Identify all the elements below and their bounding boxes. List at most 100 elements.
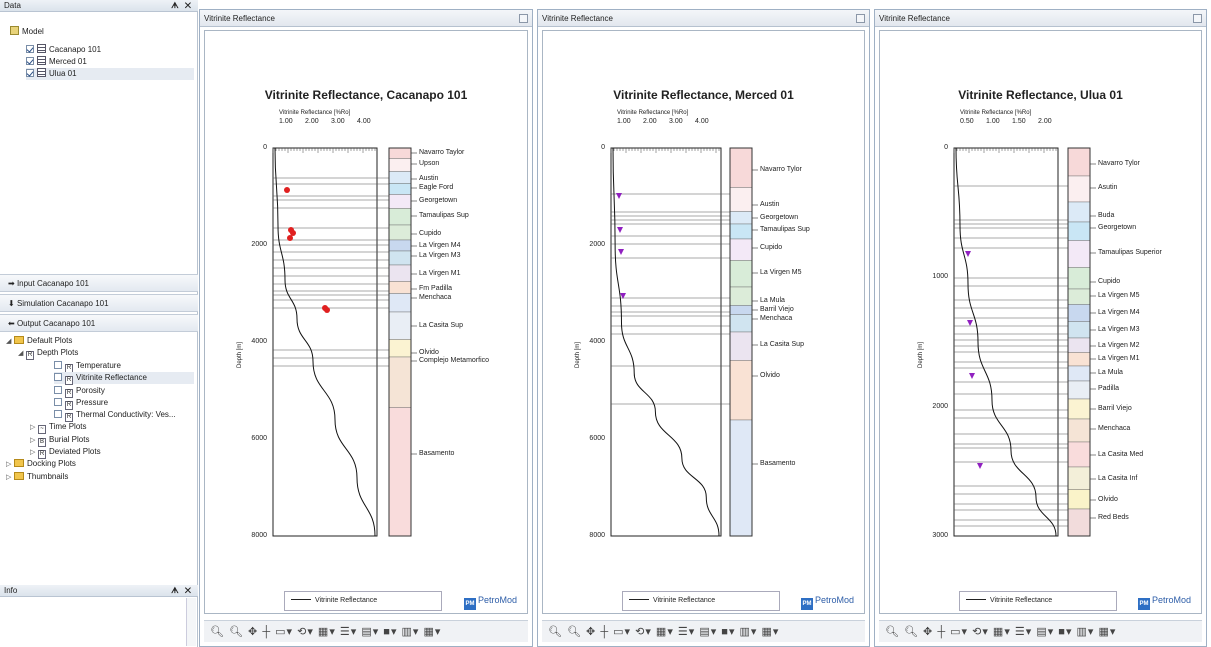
tree-docking-plots[interactable]: ▷ Docking Plots (6, 458, 76, 470)
well-icon (37, 68, 46, 77)
folder-icon (14, 459, 24, 467)
formation-fill (388, 311, 412, 340)
expand-icon: ◢ (6, 338, 12, 345)
plot-checkbox[interactable] (54, 386, 62, 394)
plot-checkbox[interactable] (54, 410, 62, 418)
depth-plot-svg (272, 147, 417, 537)
formation-fill (388, 339, 412, 358)
formation-label: La Virgen M4 (419, 242, 461, 249)
formation-fill (1067, 147, 1091, 177)
legend-label: Vitrinite Reflectance (990, 597, 1053, 604)
arrow-down-icon: ⬇ (8, 299, 17, 308)
plot-icon: R (26, 351, 34, 360)
plot-toolbar[interactable]: 🔍︎ 🔍︎ ✥ ┼ ▭▾ ⟲▾ ▦▾ ☰▾ ▤▾ ■▾ ▥▾ ▦▾ (204, 620, 528, 642)
formation-fill (729, 305, 753, 315)
legend-line-icon (966, 599, 986, 600)
formation-fill (1067, 175, 1091, 203)
formation-label: La Casita Inf (1098, 475, 1138, 482)
plot-toolbar[interactable]: 🔍︎ 🔍︎ ✥ ┼ ▭▾ ⟲▾ ▦▾ ☰▾ ▤▾ ■▾ ▥▾ ▦▾ (879, 620, 1202, 642)
formation-fill (729, 286, 753, 306)
formation-label: Tamaulipas Sup (419, 212, 469, 219)
chart-legend: Vitrinite Reflectance (959, 591, 1117, 611)
tree-depth-item[interactable]: R Thermal Conductivity: Ves... (54, 409, 176, 422)
time-plot-icon: ~ (38, 425, 46, 434)
well-item[interactable]: Cacanapo 101 (26, 44, 101, 56)
plot-checkbox[interactable] (54, 361, 62, 369)
tree-depth-item-selected[interactable]: R Vitrinite Reflectance (54, 372, 194, 385)
legend-line-icon (291, 599, 311, 600)
plot-checkbox[interactable] (54, 373, 62, 381)
simulation-section-bar[interactable]: ⬇ Simulation Cacanapo 101 (0, 294, 198, 312)
well-icon (37, 44, 46, 53)
model-label: Model (22, 27, 44, 36)
formation-label: Upson (419, 160, 440, 167)
formation-label: La Virgen M2 (1098, 342, 1140, 349)
formation-fill (388, 407, 412, 537)
tree-depth-item[interactable]: R Temperature (54, 360, 121, 373)
formation-fill (729, 211, 753, 225)
formation-label: Navarro Tylor (760, 166, 802, 173)
formation-fill (1067, 267, 1091, 290)
tree-thumbnails[interactable]: ▷ Thumbnails (6, 471, 68, 483)
formation-label: Olvido (1098, 496, 1118, 503)
formation-fill (388, 293, 412, 313)
formation-label: Menchaca (419, 294, 452, 301)
tree-default-plots[interactable]: ◢ Default Plots (6, 335, 72, 347)
pane-buttons[interactable]: ᗗ ✕ (171, 0, 193, 12)
formation-label: La Virgen M3 (1098, 326, 1140, 333)
input-section-bar[interactable]: ➡ Input Cacanapo 101 (0, 274, 198, 292)
petromod-logo: PM PetroMod (801, 595, 854, 610)
collapse-icon: ▷ (6, 474, 12, 481)
output-section-bar[interactable]: ⬅ Output Cacanapo 101 (0, 314, 198, 332)
well-checkbox[interactable] (26, 57, 34, 65)
tree-label: Pressure (76, 398, 109, 407)
tree-label: Default Plots (27, 336, 73, 345)
plot-checkbox[interactable] (54, 398, 62, 406)
formation-fill (388, 171, 412, 184)
legend-label: Vitrinite Reflectance (653, 597, 716, 604)
tree-depth-plots[interactable]: ◢ R Depth Plots (18, 347, 78, 360)
formation-fill (1067, 221, 1091, 241)
plot-toolbar[interactable]: 🔍︎ 🔍︎ ✥ ┼ ▭▾ ⟲▾ ▦▾ ☰▾ ▤▾ ■▾ ▥▾ ▦▾ (542, 620, 865, 642)
tree-time-plots[interactable]: ▷ ~ Time Plots (30, 421, 87, 434)
formation-fill (1067, 466, 1091, 490)
measured-point (290, 230, 296, 236)
tree-burial-plots[interactable]: ▷ B Burial Plots (30, 434, 89, 447)
formation-fill (729, 223, 753, 240)
tree-label: Thumbnails (27, 472, 69, 481)
formation-fill (388, 250, 412, 266)
pane-buttons[interactable]: ᗗ ✕ (171, 585, 193, 597)
petromod-logo-text: PetroMod (1152, 595, 1192, 605)
tree-depth-item[interactable]: R Porosity (54, 385, 105, 398)
info-pane-title: Info (4, 586, 18, 595)
tree-depth-item[interactable]: R Pressure (54, 397, 109, 410)
output-label: Output Cacanapo 101 (16, 319, 96, 328)
formation-label: Navarro Tylor (1098, 160, 1140, 167)
collapse-icon: ▷ (30, 424, 36, 431)
info-scrollbar[interactable] (186, 598, 196, 646)
info-pane-header: Info ᗗ ✕ (0, 585, 198, 597)
tree-deviated-plots[interactable]: ▷ R Deviated Plots (30, 446, 101, 459)
well-checkbox[interactable] (26, 45, 34, 53)
folder-icon (14, 336, 24, 344)
formation-label: La Virgen M5 (1098, 292, 1140, 299)
tree-label: Docking Plots (27, 459, 76, 468)
well-item[interactable]: Merced 01 (26, 56, 87, 68)
measured-point (284, 187, 290, 193)
formation-label: Cupido (1098, 278, 1121, 285)
well-checkbox[interactable] (26, 69, 34, 77)
formation-label: La Casita Sup (419, 322, 463, 329)
formation-label: Georgetown (1098, 224, 1137, 231)
arrow-right-icon: ➡ (8, 279, 17, 288)
formation-label: La Virgen M5 (760, 269, 802, 276)
well-item-selected[interactable]: Ulua 01 (26, 68, 194, 80)
formation-label: Tamaulipas Superior (1098, 249, 1162, 256)
formation-fill (1067, 201, 1091, 223)
well-label: Merced 01 (49, 57, 87, 66)
depth-track (272, 147, 378, 537)
formation-label: Austin (760, 201, 780, 208)
model-node[interactable]: Model (10, 26, 44, 38)
chart-legend: Vitrinite Reflectance (622, 591, 780, 611)
formation-label: La Casita Med (1098, 451, 1144, 458)
formation-fill (388, 281, 412, 294)
